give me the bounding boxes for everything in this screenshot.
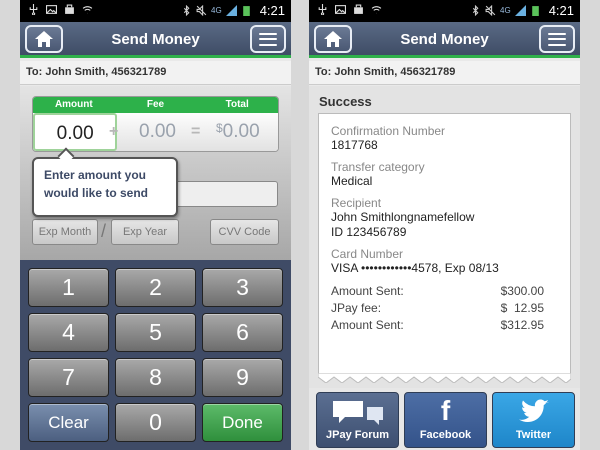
clear-button[interactable]: Clear [28, 403, 109, 442]
forum-label: JPay Forum [326, 429, 389, 441]
clock: 4:21 [548, 3, 574, 18]
fee-label: JPay fee: [331, 301, 382, 315]
wifi-icon [82, 6, 93, 14]
key-6[interactable]: 6 [202, 313, 283, 352]
total-label: Amount Sent: [331, 318, 404, 332]
send-money-screen: 4G 4:21 Send Money To: John Smith, 45632… [20, 0, 291, 450]
plus-icon: + [109, 123, 119, 140]
bluetooth-icon [472, 5, 479, 16]
category-value: Medical [331, 174, 373, 188]
battery-icon [531, 6, 539, 16]
amount-table: Amount Fee Total 0.00 + 0.00 = $0.00 [32, 96, 279, 152]
total-header: Total [225, 99, 249, 110]
mute-icon [485, 5, 496, 16]
twitter-button[interactable]: Twitter [492, 392, 575, 448]
success-title: Success [319, 94, 372, 109]
facebook-button[interactable]: f Facebook [404, 392, 487, 448]
date-separator: / [101, 221, 107, 241]
done-button[interactable]: Done [202, 403, 283, 442]
speech-bubbles-icon [332, 401, 383, 425]
image-icon [335, 5, 346, 14]
key-5[interactable]: 5 [115, 313, 196, 352]
recipient-id: ID 123456789 [331, 225, 407, 239]
menu-icon [259, 32, 277, 46]
network-type: 4G [500, 6, 511, 15]
payment-form: Amount Fee Total 0.00 + 0.00 = $0.00 Ent… [20, 86, 291, 260]
forum-button[interactable]: JPay Forum [316, 392, 399, 448]
receipt-torn-edge [318, 373, 571, 383]
amount-input[interactable]: 0.00 [33, 113, 118, 151]
confirmation-number: 1817768 [331, 138, 378, 152]
twitter-label: Twitter [515, 429, 552, 441]
key-8[interactable]: 8 [115, 358, 196, 397]
numeric-keypad: 1 2 3 4 5 6 7 8 9 Clear 0 Done [20, 260, 291, 450]
fee-row: JPay fee: $ 12.95 [331, 300, 558, 317]
twitter-bird-icon [518, 399, 549, 423]
amount-sent-label: Amount Sent: [331, 284, 404, 298]
recipient-line: To: John Smith, 456321789 [20, 61, 291, 85]
fee-value: 0.00 [139, 121, 176, 142]
total-row: Amount Sent: $312.95 [331, 317, 558, 334]
mute-icon [196, 5, 207, 16]
recipient-line: To: John Smith, 456321789 [309, 61, 580, 85]
key-9[interactable]: 9 [202, 358, 283, 397]
menu-button[interactable] [539, 25, 575, 53]
key-3[interactable]: 3 [202, 268, 283, 307]
amount-header: Amount [54, 99, 93, 110]
clock: 4:21 [259, 3, 285, 18]
status-bar: 4G 4:21 [20, 0, 291, 22]
menu-button[interactable] [250, 25, 286, 53]
bag-icon [354, 4, 363, 14]
recipient-name: John Smithlongnamefellow [331, 210, 475, 224]
battery-icon [242, 6, 250, 16]
signal-icon [514, 5, 526, 16]
usb-icon [29, 4, 38, 15]
network-type: 4G [211, 6, 222, 15]
equals-icon: = [191, 123, 201, 140]
exp-year-input[interactable]: Exp Year [111, 219, 179, 245]
bag-icon [65, 4, 74, 14]
category-label: Transfer category [331, 160, 425, 174]
wifi-icon [371, 6, 382, 14]
amount-sent-value: $300.00 [500, 284, 544, 298]
total-value: $312.95 [500, 318, 544, 332]
receipt: Confirmation Number 1817768 Transfer cat… [318, 113, 571, 374]
signal-icon [225, 5, 237, 16]
fee-header: Fee [146, 99, 165, 110]
menu-icon [548, 32, 566, 46]
currency-symbol: $ [215, 121, 223, 135]
total-value: $0.00 [198, 121, 278, 143]
confirmation-label: Confirmation Number [331, 124, 446, 138]
fee-value: $ 12.95 [500, 301, 544, 315]
card-label: Card Number [331, 247, 404, 261]
exp-month-input[interactable]: Exp Month [32, 219, 98, 245]
facebook-label: Facebook [419, 429, 472, 441]
key-1[interactable]: 1 [28, 268, 109, 307]
app-header: Send Money [20, 22, 291, 58]
card-value: VISA ••••••••••••4578, Exp 08/13 [331, 261, 499, 275]
key-4[interactable]: 4 [28, 313, 109, 352]
amount-tooltip: Enter amount you would like to send [32, 157, 178, 217]
confirmation-area: Success Confirmation Number 1817768 Tran… [309, 86, 580, 388]
key-2[interactable]: 2 [115, 268, 196, 307]
app-header: Send Money [309, 22, 580, 58]
recipient-label: Recipient [331, 196, 382, 210]
card-details-row: Exp Month / Exp Year CVV Code [32, 219, 279, 245]
status-bar: 4G 4:21 [309, 0, 580, 22]
cvv-input[interactable]: CVV Code [210, 219, 279, 245]
total-amount: 0.00 [222, 121, 260, 142]
key-7[interactable]: 7 [28, 358, 109, 397]
social-bar: JPay Forum f Facebook Twitter [309, 388, 580, 450]
success-screen: 4G 4:21 Send Money To: John Smith, 45632… [309, 0, 580, 450]
key-0[interactable]: 0 [115, 403, 196, 442]
amount-sent-row: Amount Sent: $300.00 [331, 283, 558, 300]
usb-icon [318, 4, 327, 15]
facebook-icon: f [440, 395, 451, 426]
bluetooth-icon [183, 5, 190, 16]
image-icon [46, 5, 57, 14]
card-number-input[interactable] [170, 181, 278, 207]
